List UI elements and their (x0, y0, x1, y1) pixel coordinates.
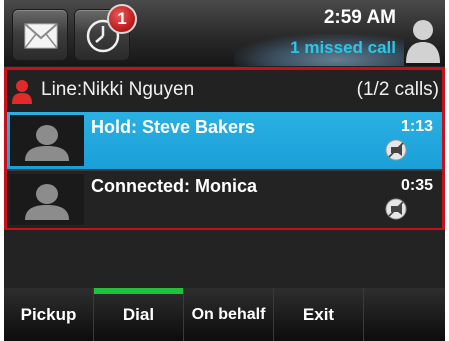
person-icon (12, 80, 32, 104)
line-header[interactable]: Line:Nikki Nguyen (1/2 calls) (7, 70, 442, 110)
call-row-connected[interactable]: Connected: Monica 0:35 (7, 171, 442, 228)
mute-icon (385, 198, 407, 220)
envelope-icon (24, 23, 58, 49)
call-row-hold[interactable]: Hold: Steve Bakers 1:13 (7, 112, 442, 169)
person-icon (25, 125, 69, 161)
missed-calls-badge: 1 (107, 4, 137, 34)
contact-avatar (10, 115, 84, 166)
softkey-dial[interactable]: Dial (94, 288, 184, 341)
person-icon (25, 184, 69, 220)
call-duration: 1:13 (400, 118, 433, 135)
contact-avatar (10, 174, 84, 225)
call-count: (1/2 calls) (356, 79, 439, 100)
user-avatar[interactable] (404, 13, 442, 63)
softkey-exit[interactable]: Exit (274, 288, 364, 341)
softkey-bar: Pickup Dial On behalf Exit (4, 288, 445, 341)
calls-panel: Line:Nikki Nguyen (1/2 calls) Hold: Stev… (4, 67, 445, 230)
clock-time: 2:59 AM (323, 7, 396, 28)
softkey-empty[interactable] (364, 288, 445, 341)
person-icon (406, 20, 440, 63)
call-duration: 0:35 (400, 177, 433, 194)
status-bar: 1 2:59 AM 1 missed call (4, 0, 445, 66)
missed-calls-text[interactable]: 1 missed call (234, 38, 396, 58)
call-title: Connected: Monica (91, 176, 258, 196)
messages-button[interactable] (12, 9, 68, 61)
empty-area (4, 232, 445, 288)
softkey-on-behalf[interactable]: On behalf (184, 288, 274, 341)
softkey-pickup[interactable]: Pickup (4, 288, 94, 341)
mute-icon (385, 139, 407, 161)
line-label: Line:Nikki Nguyen (41, 79, 195, 100)
call-title: Hold: Steve Bakers (91, 117, 256, 137)
phone-screen: 1 2:59 AM 1 missed call Line:Nikki Nguye… (4, 0, 445, 341)
